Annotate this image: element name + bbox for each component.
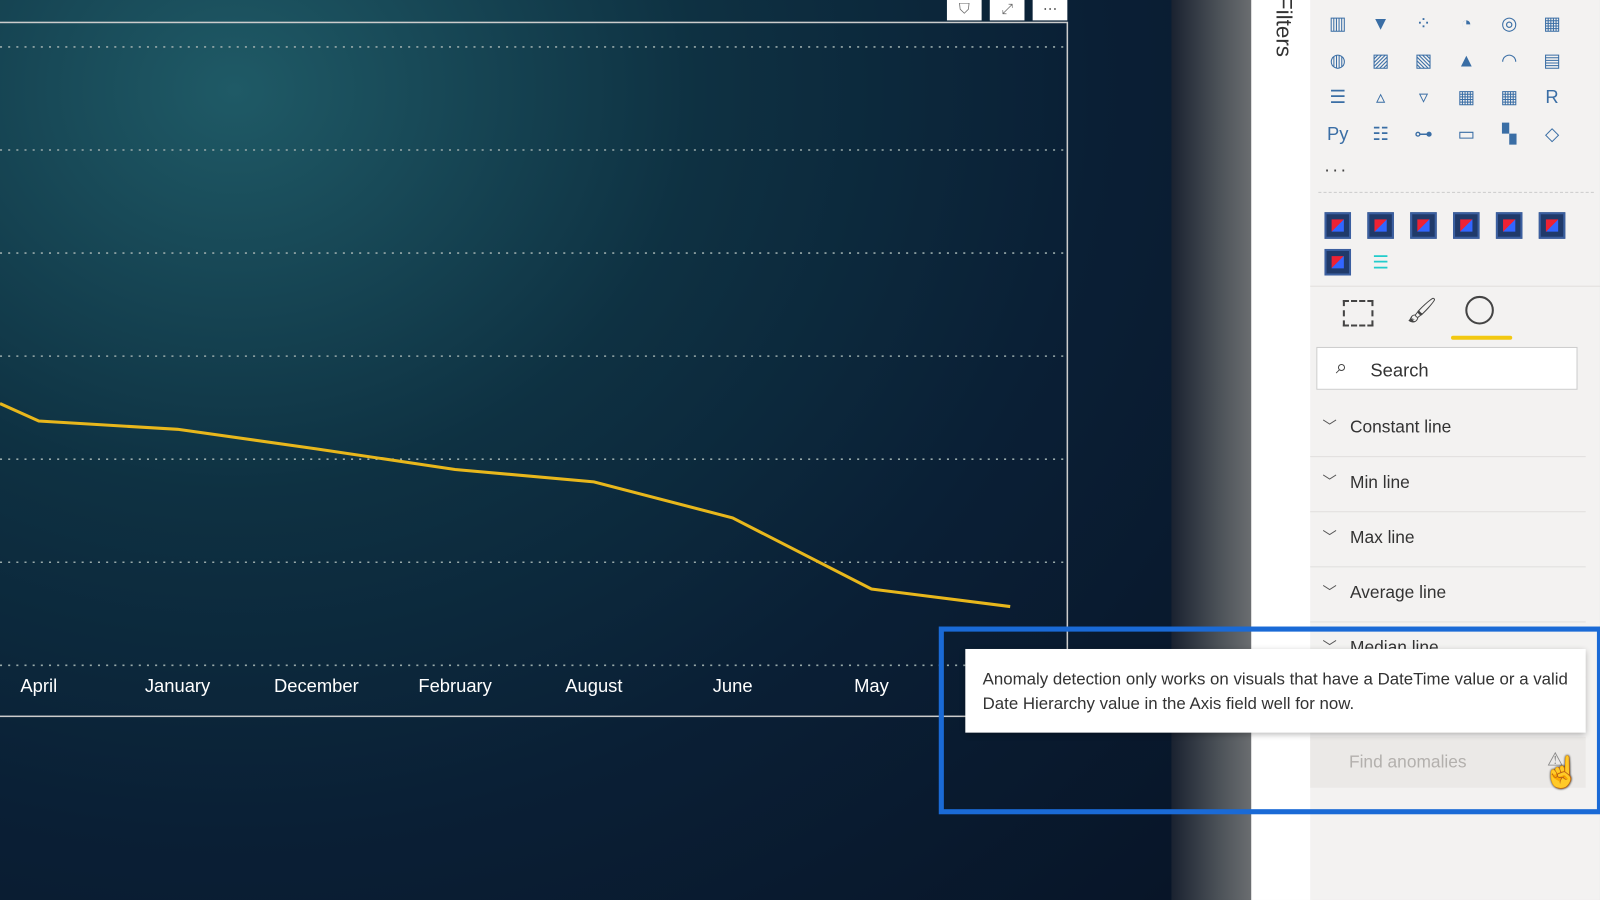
custom-visual-icon[interactable]: [1495, 212, 1523, 239]
search-icon: ⌕: [1335, 356, 1348, 379]
visual-type-icon[interactable]: Py: [1324, 120, 1351, 147]
visual-type-icon[interactable]: ▿: [1410, 84, 1437, 111]
filter-icon[interactable]: ⛉: [946, 0, 982, 21]
visual-type-icon[interactable]: ◠: [1496, 47, 1523, 74]
x-tick-label: June: [712, 675, 753, 696]
visual-type-icon[interactable]: ▤: [1539, 47, 1566, 74]
visual-type-icon[interactable]: ▼: [1367, 10, 1394, 37]
format-tab[interactable]: 🖌: [1406, 296, 1437, 326]
custom-visual-icon[interactable]: [1538, 212, 1566, 239]
more-options-icon[interactable]: ⋯: [1032, 0, 1068, 21]
visual-type-icon[interactable]: ⊶: [1410, 120, 1437, 147]
visual-type-icon[interactable]: ☰: [1324, 84, 1351, 111]
visual-type-icon[interactable]: ▦: [1496, 84, 1523, 111]
x-tick-label: April: [20, 675, 58, 696]
visual-type-icon[interactable]: ▭: [1453, 120, 1480, 147]
custom-visual-icon[interactable]: [1410, 212, 1437, 239]
analytics-section[interactable]: ﹀ Min line: [1310, 457, 1586, 513]
series-line: [0, 402, 1011, 609]
section-label: Constant line: [1349, 417, 1452, 437]
visual-type-icon[interactable]: ▦: [1453, 84, 1480, 111]
custom-visual-icon[interactable]: [1453, 212, 1480, 239]
visual-type-icon[interactable]: R: [1539, 84, 1566, 111]
x-tick-label: May: [854, 675, 889, 696]
x-tick-label: December: [273, 675, 359, 696]
x-tick-label: August: [565, 675, 623, 696]
highlight-box: [938, 626, 1600, 815]
visual-type-icon[interactable]: ▦: [1539, 10, 1566, 37]
x-tick-label: February: [418, 675, 492, 696]
analytics-section[interactable]: ﹀ Average line: [1310, 567, 1586, 623]
visual-type-icon[interactable]: ◔: [1453, 10, 1480, 37]
search-input[interactable]: ⌕ Search: [1316, 346, 1578, 390]
section-label: Max line: [1349, 527, 1415, 547]
cursor-hand-icon: ☝: [1542, 756, 1581, 790]
visual-type-icon[interactable]: ⁘: [1410, 10, 1437, 37]
custom-visual-icon[interactable]: [1324, 248, 1352, 276]
visual-type-icon[interactable]: ▲: [1453, 47, 1480, 74]
analytics-tab[interactable]: [1465, 295, 1494, 325]
visual-type-icon[interactable]: ▨: [1367, 47, 1394, 74]
visual-type-icon[interactable]: ◎: [1496, 10, 1523, 37]
custom-visual-icon[interactable]: [1324, 212, 1352, 239]
custom-visual-icon[interactable]: ☰: [1367, 249, 1394, 276]
analytics-section[interactable]: ﹀ Max line: [1310, 512, 1586, 568]
section-label: Average line: [1349, 582, 1447, 603]
fields-tab[interactable]: [1342, 299, 1374, 327]
x-tick-label: January: [144, 675, 211, 696]
focus-mode-icon[interactable]: ⤢: [989, 0, 1025, 21]
more-visuals-button[interactable]: ...: [1324, 155, 1349, 176]
visual-type-icon[interactable]: ◍: [1324, 47, 1351, 74]
chevron-down-icon: ﹀: [1322, 583, 1337, 600]
analytics-section[interactable]: ﹀ Constant line: [1310, 402, 1586, 458]
filters-label: Filters: [1271, 0, 1297, 58]
section-label: Min line: [1349, 472, 1410, 492]
active-tab-indicator: [1451, 335, 1513, 340]
chevron-down-icon: ﹀: [1322, 418, 1337, 435]
visual-type-icon[interactable]: ▥: [1324, 10, 1351, 37]
visual-type-icon[interactable]: ▵: [1367, 84, 1394, 111]
visual-border: [0, 21, 1069, 718]
chevron-down-icon: ﹀: [1322, 473, 1337, 490]
visual-type-icon[interactable]: ☷: [1367, 120, 1394, 147]
visual-type-icon[interactable]: ▚: [1496, 120, 1523, 147]
visual-type-icon[interactable]: ◇: [1539, 120, 1566, 147]
chevron-down-icon: ﹀: [1322, 528, 1337, 545]
visual-type-icon[interactable]: ▧: [1410, 47, 1437, 74]
search-placeholder: Search: [1370, 360, 1429, 381]
custom-visual-icon[interactable]: [1367, 212, 1394, 239]
